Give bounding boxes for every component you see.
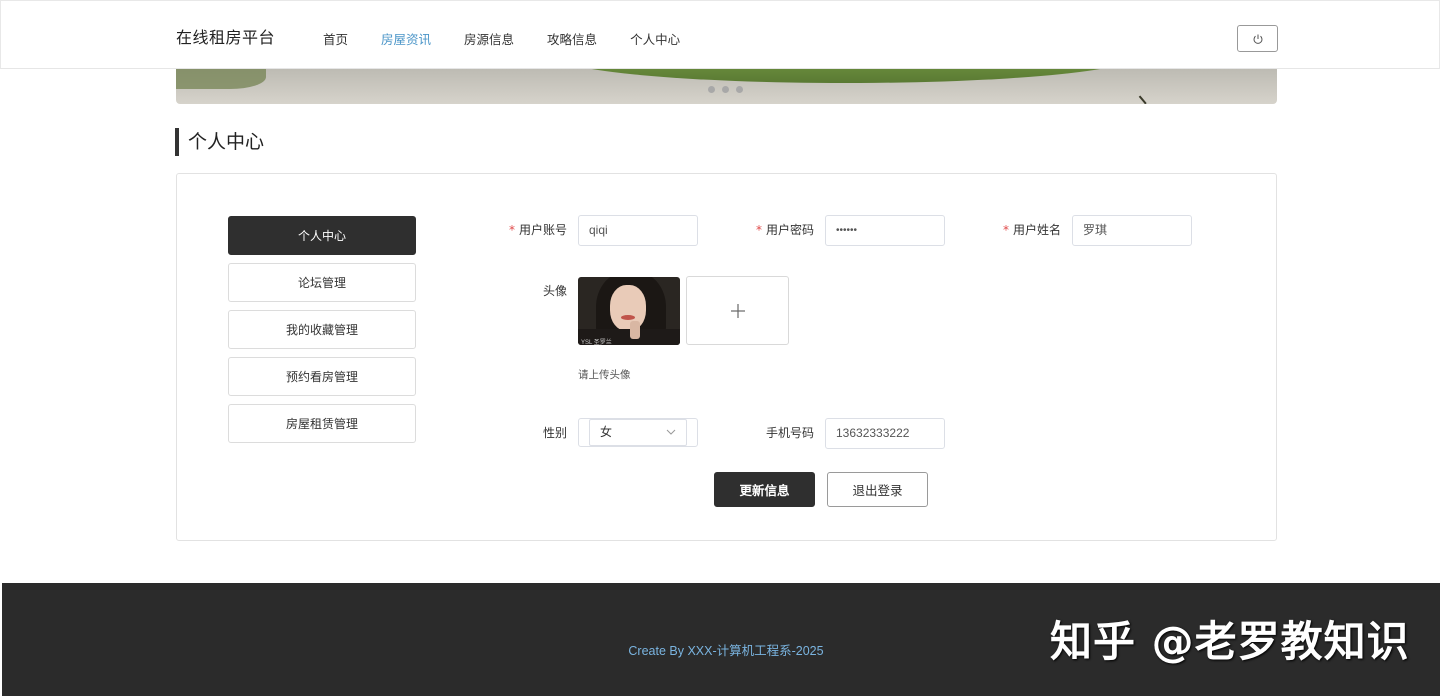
sidebar-item-profile[interactable]: 个人中心	[228, 216, 416, 255]
page-title: 个人中心	[175, 128, 264, 156]
account-label-text: 用户账号	[518, 223, 567, 237]
account-label: * 用户账号	[457, 221, 567, 238]
banner-image-left	[176, 69, 266, 89]
name-label-text: 用户姓名	[1012, 223, 1061, 237]
nav-item-profile[interactable]: 个人中心	[630, 29, 680, 48]
required-mark: *	[508, 223, 515, 237]
account-field[interactable]: qiqi	[578, 215, 698, 246]
avatar-face	[610, 285, 646, 331]
gender-select[interactable]: 女	[578, 418, 698, 447]
nav-item-guides[interactable]: 攻略信息	[547, 29, 597, 48]
power-icon	[1253, 34, 1262, 44]
phone-field[interactable]: 13632333222	[825, 418, 945, 449]
avatar-upload-button[interactable]	[686, 276, 789, 345]
avatar-label: 头像	[542, 284, 567, 298]
site-logo[interactable]: 在线租房平台	[176, 24, 275, 48]
password-label: * 用户密码	[704, 221, 814, 238]
avatar-caption: YSL 圣罗兰	[581, 340, 612, 345]
chevron-down-icon	[666, 429, 676, 435]
required-mark: *	[755, 223, 762, 237]
banner-image-detail	[1138, 91, 1152, 104]
sidebar-item-rental[interactable]: 房屋租赁管理	[228, 404, 416, 443]
power-button[interactable]	[1237, 25, 1278, 52]
password-label-text: 用户密码	[765, 223, 814, 237]
banner-image	[556, 69, 1136, 83]
password-field[interactable]: ••••••	[825, 215, 945, 246]
avatar-hand	[630, 321, 640, 339]
nav-item-news[interactable]: 房屋资讯	[381, 29, 431, 48]
required-mark: *	[1002, 223, 1009, 237]
plus-icon	[730, 303, 745, 318]
watermark-text: 知乎 @老罗教知识	[1050, 617, 1410, 666]
update-info-button[interactable]: 更新信息	[714, 472, 815, 507]
phone-label: 手机号码	[765, 426, 814, 440]
name-label: * 用户姓名	[951, 221, 1061, 238]
gender-value: 女	[600, 425, 613, 439]
carousel-dot-2[interactable]	[722, 86, 729, 93]
carousel-dot-1[interactable]	[708, 86, 715, 93]
page-footer: Create By XXX-计算机工程系-2025 知乎 @老罗教知识	[2, 583, 1440, 696]
sidebar-item-favorites[interactable]: 我的收藏管理	[228, 310, 416, 349]
nav-item-home[interactable]: 首页	[323, 29, 348, 48]
carousel-dot-3[interactable]	[736, 86, 743, 93]
avatar-hint: 请上传头像	[578, 369, 631, 381]
carousel-indicators	[708, 86, 750, 93]
banner-carousel[interactable]	[176, 69, 1277, 104]
nav-item-listings[interactable]: 房源信息	[464, 29, 514, 48]
main-nav: 首页 房屋资讯 房源信息 攻略信息 个人中心	[323, 29, 713, 48]
avatar-lips	[621, 315, 635, 320]
sidebar-item-viewing[interactable]: 预约看房管理	[228, 357, 416, 396]
sidebar-item-forum[interactable]: 论坛管理	[228, 263, 416, 302]
profile-card: 个人中心 论坛管理 我的收藏管理 预约看房管理 房屋租赁管理 * 用户账号 qiq…	[176, 173, 1277, 541]
gender-label: 性别	[542, 426, 567, 440]
logout-button[interactable]: 退出登录	[827, 472, 928, 507]
gender-select-box: 女	[589, 419, 687, 446]
avatar-image[interactable]: YSL 圣罗兰	[578, 277, 680, 345]
name-field[interactable]: 罗琪	[1072, 215, 1192, 246]
top-header: 在线租房平台 首页 房屋资讯 房源信息 攻略信息 个人中心	[0, 0, 1440, 69]
sidebar-menu: 个人中心 论坛管理 我的收藏管理 预约看房管理 房屋租赁管理	[228, 216, 416, 451]
